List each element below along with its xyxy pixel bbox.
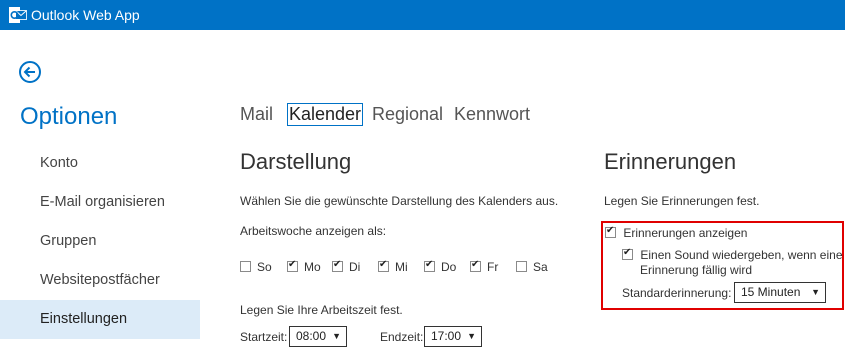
back-arrow-icon[interactable] (18, 60, 42, 84)
checkbox[interactable] (240, 261, 251, 272)
day-checkbox-fr[interactable]: Fr (470, 259, 498, 274)
checkbox[interactable] (424, 259, 435, 272)
start-time-label: Startzeit: (240, 330, 288, 344)
play-sound-checkbox[interactable] (622, 247, 633, 260)
checkbox[interactable] (378, 259, 389, 272)
play-sound-label-line2: Erinnerung fällig wird (640, 263, 753, 277)
checkbox[interactable] (516, 261, 527, 272)
tab-kennwort[interactable]: Kennwort (454, 104, 530, 125)
dropdown-arrow-icon: ▼ (467, 331, 476, 341)
day-checkbox-mo[interactable]: Mo (287, 259, 321, 274)
tab-regional[interactable]: Regional (372, 104, 443, 125)
sidebar-nav: Konto E-Mail organisieren Gruppen Websit… (0, 144, 200, 339)
reminders-section-title: Erinnerungen (604, 149, 737, 174)
sidebar-item-konto[interactable]: Konto (0, 144, 200, 183)
end-time-label: Endzeit: (380, 330, 424, 344)
start-time-select[interactable]: 08:00 ▼ (289, 326, 347, 347)
workweek-label: Arbeitswoche anzeigen als: (240, 224, 387, 238)
display-section-title: Darstellung (240, 149, 352, 174)
show-reminders-option[interactable]: Erinnerungen anzeigen (605, 225, 747, 240)
default-reminder-label: Standarderinnerung: (622, 286, 732, 300)
play-sound-option[interactable]: Einen Sound wiedergeben, wenn eine (622, 247, 843, 262)
show-reminders-checkbox[interactable] (605, 225, 616, 238)
day-checkbox-mi[interactable]: Mi (378, 259, 408, 274)
outlook-logo-icon (9, 7, 27, 23)
dropdown-arrow-icon: ▼ (811, 287, 820, 297)
top-bar: Outlook Web App (0, 0, 845, 30)
dropdown-arrow-icon: ▼ (332, 331, 341, 341)
default-reminder-select[interactable]: 15 Minuten ▼ (734, 282, 826, 303)
sidebar-item-websitepostfaecher[interactable]: Websitepostfächer (0, 261, 200, 300)
app-title: Outlook Web App (31, 7, 140, 23)
checkbox[interactable] (287, 259, 298, 272)
checkbox[interactable] (332, 259, 343, 272)
sidebar-item-einstellungen[interactable]: Einstellungen (0, 300, 200, 339)
sidebar-item-gruppen[interactable]: Gruppen (0, 222, 200, 261)
tab-kalender[interactable]: Kalender (287, 103, 364, 126)
reminders-description: Legen Sie Erinnerungen fest. (604, 194, 760, 208)
day-checkbox-sa[interactable]: Sa (516, 260, 548, 274)
sidebar-item-email-organisieren[interactable]: E-Mail organisieren (0, 183, 200, 222)
tab-mail[interactable]: Mail (240, 104, 273, 125)
day-checkbox-do[interactable]: Do (424, 259, 456, 274)
end-time-select[interactable]: 17:00 ▼ (424, 326, 482, 347)
checkbox[interactable] (470, 259, 481, 272)
display-description: Wählen Sie die gewünschte Darstellung de… (240, 194, 559, 208)
day-checkbox-so[interactable]: So (240, 260, 272, 274)
options-title: Optionen (20, 103, 118, 130)
worktime-label: Legen Sie Ihre Arbeitszeit fest. (240, 303, 403, 317)
day-checkbox-di[interactable]: Di (332, 259, 360, 274)
